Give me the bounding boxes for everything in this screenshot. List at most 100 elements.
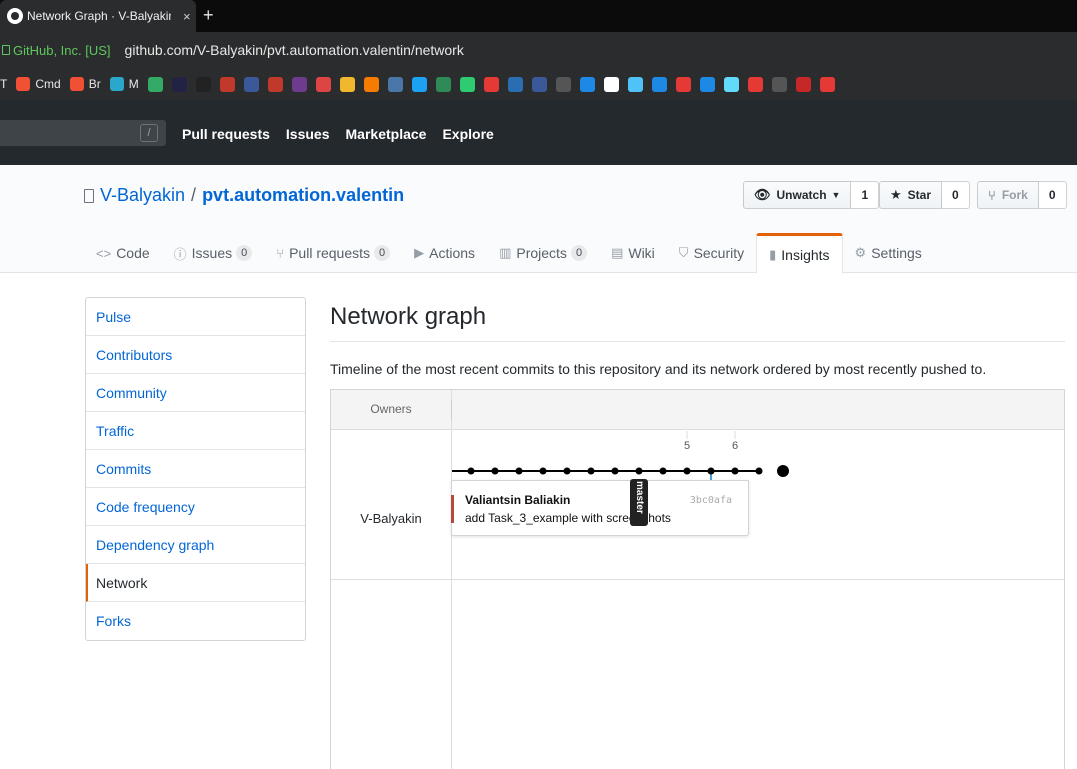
nav-pull-requests[interactable]: Pull requests [182,126,270,142]
bookmark-icon[interactable] [363,76,379,92]
tab-label: Issues [191,245,233,261]
star-count[interactable]: 0 [942,181,970,209]
repo-owner-link[interactable]: V-Balyakin [100,185,185,206]
sidebar-item-pulse[interactable]: Pulse [86,298,305,336]
commit-dot[interactable] [755,467,763,475]
sidebar-item-commits[interactable]: Commits [86,450,305,488]
bookmark-icon[interactable] [603,76,619,92]
star-label: Star [907,188,931,202]
bookmark-icon[interactable] [315,76,331,92]
url-text[interactable]: github.com/V-Balyakin/pvt.automation.val… [125,42,464,58]
commit-dot[interactable] [683,467,691,475]
bookmark-icon[interactable] [747,76,763,92]
commit-dot[interactable] [731,467,739,475]
bookmark-icon[interactable] [387,76,403,92]
bookmark-icon[interactable] [651,76,667,92]
bookmark-item[interactable]: Br [69,77,101,91]
bookmark-item[interactable]: M [109,77,139,91]
commit-dot[interactable] [467,467,475,475]
bookmark-icon[interactable] [243,76,259,92]
date-label: 6 [732,440,738,452]
browser-tab[interactable]: Network Graph · V-Balyakin × [0,0,196,32]
tab-wiki[interactable]: ▤ Wiki [599,233,667,273]
bookmark-icon [69,77,84,91]
bookmark-icon[interactable] [219,76,235,92]
commit-head-dot[interactable] [777,465,789,477]
bookmark-icon[interactable] [555,76,571,92]
commit-dot[interactable] [539,467,547,475]
sidebar-item-community[interactable]: Community [86,374,305,412]
sidebar-item-code-frequency[interactable]: Code frequency [86,488,305,526]
tab-security[interactable]: ⛉ Security [667,233,756,273]
bookmark-icon[interactable] [675,76,691,92]
nav-issues[interactable]: Issues [286,126,330,142]
bookmark-icon[interactable] [507,76,523,92]
tab-pull-requests[interactable]: ⑂ Pull requests 0 [264,233,402,273]
commit-dot[interactable] [515,467,523,475]
commit-dot[interactable] [491,467,499,475]
commit-dot[interactable] [587,467,595,475]
bookmark-icon[interactable] [819,76,835,92]
star-button[interactable]: ★ Star [879,181,942,209]
new-tab-button[interactable]: + [203,5,214,26]
commit-author: Valiantsin Baliakin [465,493,571,507]
tab-insights[interactable]: ▮ Insights [756,233,843,274]
network-graph[interactable]: Owners V-Balyakin 5 6 Valiantsin Baliaki… [330,389,1065,769]
date-label: 5 [684,440,690,452]
close-tab-icon[interactable]: × [183,9,191,24]
commit-dot[interactable] [563,467,571,475]
bookmark-icon[interactable] [267,76,283,92]
tab-actions[interactable]: ▶ Actions [402,233,487,273]
tab-settings[interactable]: ⚙ Settings [843,233,934,273]
tab-counter: 0 [374,245,391,261]
commit-dot[interactable] [707,467,715,475]
bookmark-icon[interactable] [771,76,787,92]
tab-issues[interactable]: ⓘ Issues 0 [162,233,265,273]
sidebar-item-traffic[interactable]: Traffic [86,412,305,450]
sidebar-item-contributors[interactable]: Contributors [86,336,305,374]
gear-icon: ⚙ [854,245,867,260]
tab-code[interactable]: <> Code [84,233,162,273]
sidebar-item-forks[interactable]: Forks [86,602,305,640]
bookmark-icon[interactable] [579,76,595,92]
repo-name-link[interactable]: pvt.automation.valentin [202,185,404,206]
bookmark-icon[interactable] [291,76,307,92]
address-bar[interactable]: GitHub, Inc. [US] github.com/V-Balyakin/… [0,32,1077,68]
unwatch-button[interactable]: 👁 Unwatch ▼ [743,181,852,209]
tab-label: Pull requests [289,245,371,261]
bookmark-icon[interactable] [339,76,355,92]
nav-marketplace[interactable]: Marketplace [346,126,427,142]
bookmark-icon [16,77,31,91]
bookmark-item[interactable]: T [0,77,7,91]
search-input[interactable]: / [0,120,166,146]
bookmark-icon[interactable] [411,76,427,92]
branch-name: master [634,481,645,514]
bookmark-icon[interactable] [147,76,163,92]
sidebar-item-dependency-graph[interactable]: Dependency graph [86,526,305,564]
bookmark-icon[interactable] [795,76,811,92]
bookmark-icon[interactable] [531,76,547,92]
fork-count[interactable]: 0 [1038,181,1067,209]
bookmark-icon[interactable] [483,76,499,92]
bookmark-icon[interactable] [699,76,715,92]
commit-dot[interactable] [611,467,619,475]
bookmark-icon[interactable] [195,76,211,92]
bookmark-icon[interactable] [723,76,739,92]
bookmark-icon[interactable] [627,76,643,92]
unwatch-label: Unwatch [776,188,827,202]
commit-dot[interactable] [635,467,643,475]
bookmark-item[interactable]: Cmd [16,77,61,91]
owner-name: V-Balyakin [360,511,422,526]
sidebar-item-network[interactable]: Network [86,564,305,602]
watch-count[interactable]: 1 [851,181,880,209]
branch-label[interactable]: master [630,479,648,526]
bookmark-icon[interactable] [171,76,187,92]
bookmark-icon[interactable] [435,76,451,92]
bookmark-icon[interactable] [459,76,475,92]
commit-dot[interactable] [659,467,667,475]
bookmark-label: Cmd [35,77,61,91]
nav-explore[interactable]: Explore [442,126,493,142]
security-indicator[interactable]: GitHub, Inc. [US] [0,43,111,58]
tab-projects[interactable]: ▥ Projects 0 [487,233,599,273]
fork-button[interactable]: ⑂ Fork [977,181,1039,209]
